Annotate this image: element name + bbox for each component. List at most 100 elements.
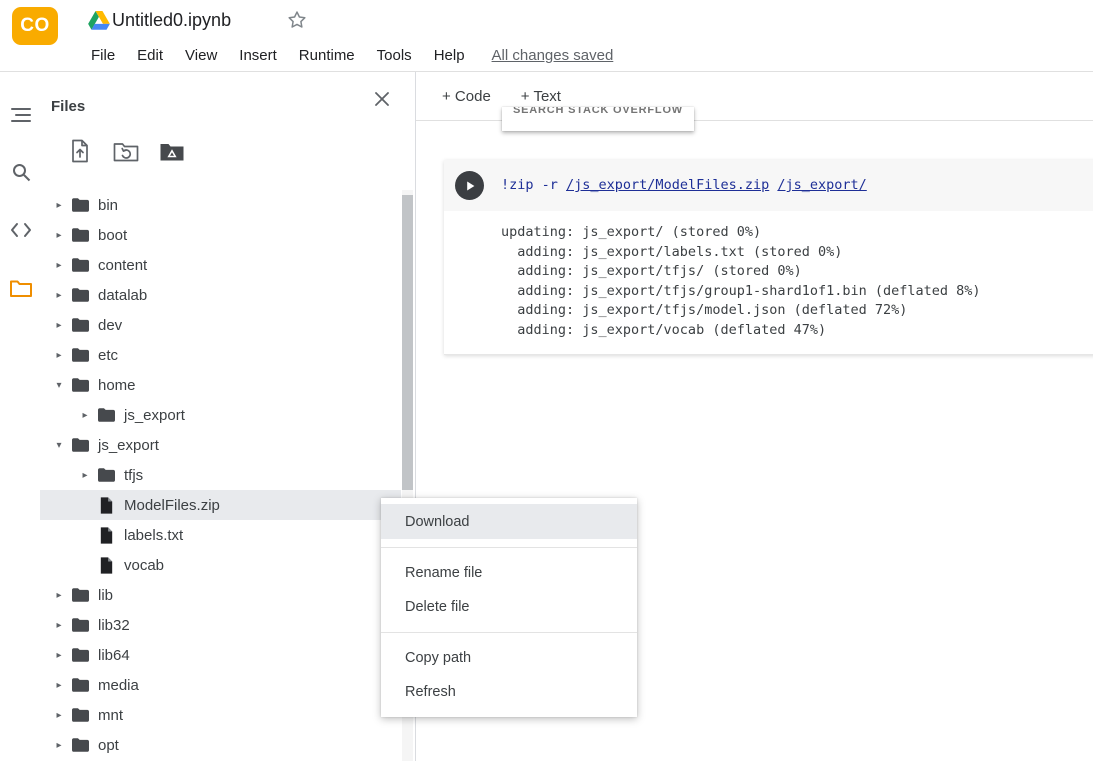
search-icon[interactable] [9,160,33,184]
menu-bar: FileEditViewInsertRuntimeToolsHelp All c… [80,42,613,68]
tree-row[interactable]: ▸js_export [40,400,401,430]
add-text-button[interactable]: + Text [521,88,561,105]
chevron-right-icon[interactable]: ▸ [50,350,68,361]
tree-row[interactable]: ▾ home [40,370,401,400]
tree-item-label: ModelFiles.zip [124,497,220,514]
chevron-right-icon[interactable]: ▸ [76,470,94,481]
chevron-right-icon[interactable]: ▸ [50,230,68,241]
folder-icon [94,408,118,422]
refresh-folder-icon[interactable] [112,138,140,164]
tree-row[interactable]: ▸ lib [40,580,401,610]
tree-row[interactable]: ▸ lib32 [40,610,401,640]
chevron-right-icon[interactable]: ▸ [50,260,68,271]
context-menu: Download Rename fileDelete file Copy pathR… [381,498,637,717]
tree-row[interactable]: labels.txt [40,520,401,550]
file-icon [94,557,118,574]
menu-divider [381,632,637,633]
context-menu-item[interactable]: Copy path [381,641,637,675]
notebook-title[interactable]: Untitled0.ipynb [112,10,231,31]
folder-icon [68,588,92,602]
tree-row[interactable]: ▸ lib64 [40,640,401,670]
tree-row[interactable]: ▾js_export [40,430,401,460]
chevron-down-icon[interactable]: ▾ [50,380,68,391]
tree-row[interactable]: ▸media [40,670,401,700]
menu-file[interactable]: File [80,44,126,67]
add-code-button[interactable]: + Code [442,88,491,105]
tree-row[interactable]: ▸boot [40,220,401,250]
tree-item-label: dev [98,317,122,334]
tree-item-label: etc [98,347,118,364]
chevron-right-icon[interactable]: ▸ [50,200,68,211]
chevron-right-icon[interactable]: ▸ [50,650,68,661]
file-tree: ▸bin▸boot▸content▸datalab▸dev▸etc▾home▸j… [40,190,401,760]
upload-file-icon[interactable] [66,138,94,164]
folder-icon [68,618,92,632]
code-path-link-2[interactable]: /js_export/ [777,177,866,193]
menu-help[interactable]: Help [423,44,476,67]
cell-output: updating: js_export/ (stored 0%) adding:… [444,211,1093,355]
code-command: !zip -r [501,177,566,193]
context-menu-item[interactable]: Download [381,504,637,539]
tree-row[interactable]: ▸content [40,250,401,280]
changes-saved-link[interactable]: All changes saved [492,47,614,64]
tree-item-label: vocab [124,557,164,574]
tree-item-label: lib [98,587,113,604]
menu-runtime[interactable]: Runtime [288,44,366,67]
files-tab-folder-icon[interactable] [9,276,33,300]
file-icon [94,497,118,514]
folder-icon [68,738,92,752]
code-snippets-icon[interactable] [9,218,33,242]
chevron-right-icon[interactable]: ▸ [50,680,68,691]
tree-row[interactable]: ▸ dev [40,310,401,340]
tree-row[interactable]: ▸datalab [40,280,401,310]
files-scrollbar-thumb[interactable] [402,195,413,490]
close-icon[interactable] [373,90,391,113]
tree-row[interactable]: ModelFiles.zip [40,490,401,520]
context-menu-item[interactable]: Delete file [381,590,637,624]
chevron-right-icon[interactable]: ▸ [50,740,68,751]
tree-item-label: lib64 [98,647,130,664]
mount-drive-icon[interactable] [158,138,186,164]
menu-tools[interactable]: Tools [366,44,423,67]
search-stack-overflow-label: SEARCH STACK OVERFLOW [502,107,694,120]
cell-code-area[interactable]: !zip -r /js_export/ModelFiles.zip /js_ex… [444,160,1093,211]
folder-icon [68,708,92,722]
tree-item-label: mnt [98,707,123,724]
chevron-right-icon[interactable]: ▸ [76,410,94,421]
menus: FileEditViewInsertRuntimeToolsHelp [80,44,476,67]
menu-insert[interactable]: Insert [228,44,288,67]
tree-item-label: lib32 [98,617,130,634]
menu-edit[interactable]: Edit [126,44,174,67]
chevron-down-icon[interactable]: ▾ [50,440,68,451]
file-icon [94,527,118,544]
colab-logo[interactable]: CO [12,7,58,45]
tree-row[interactable]: ▸ etc [40,340,401,370]
context-menu-item[interactable]: Rename file [381,556,637,590]
search-stack-overflow-button[interactable]: SEARCH STACK OVERFLOW [502,107,694,131]
cell-code-line[interactable]: !zip -r /js_export/ModelFiles.zip /js_ex… [501,177,867,193]
folder-icon [68,318,92,332]
context-menu-item[interactable]: Refresh [381,675,637,709]
tree-row[interactable]: ▸ mnt [40,700,401,730]
chevron-right-icon[interactable]: ▸ [50,320,68,331]
star-icon[interactable] [287,10,307,35]
tree-row[interactable]: ▸opt [40,730,401,760]
run-cell-button[interactable] [455,171,484,200]
tree-row[interactable]: vocab [40,550,401,580]
colab-logo-text: CO [20,15,50,37]
chevron-right-icon[interactable]: ▸ [50,710,68,721]
folder-icon [68,438,92,452]
folder-icon [68,258,92,272]
chevron-right-icon[interactable]: ▸ [50,590,68,601]
chevron-right-icon[interactable]: ▸ [50,290,68,301]
code-path-link-1[interactable]: /js_export/ModelFiles.zip [566,177,769,193]
table-of-contents-icon[interactable] [9,103,33,127]
tree-row[interactable]: ▸tfjs [40,460,401,490]
files-toolbar [66,138,186,164]
tree-item-label: home [98,377,136,394]
menu-view[interactable]: View [174,44,228,67]
chevron-right-icon[interactable]: ▸ [50,620,68,631]
folder-icon [68,288,92,302]
folder-icon [68,378,92,392]
tree-row[interactable]: ▸bin [40,190,401,220]
